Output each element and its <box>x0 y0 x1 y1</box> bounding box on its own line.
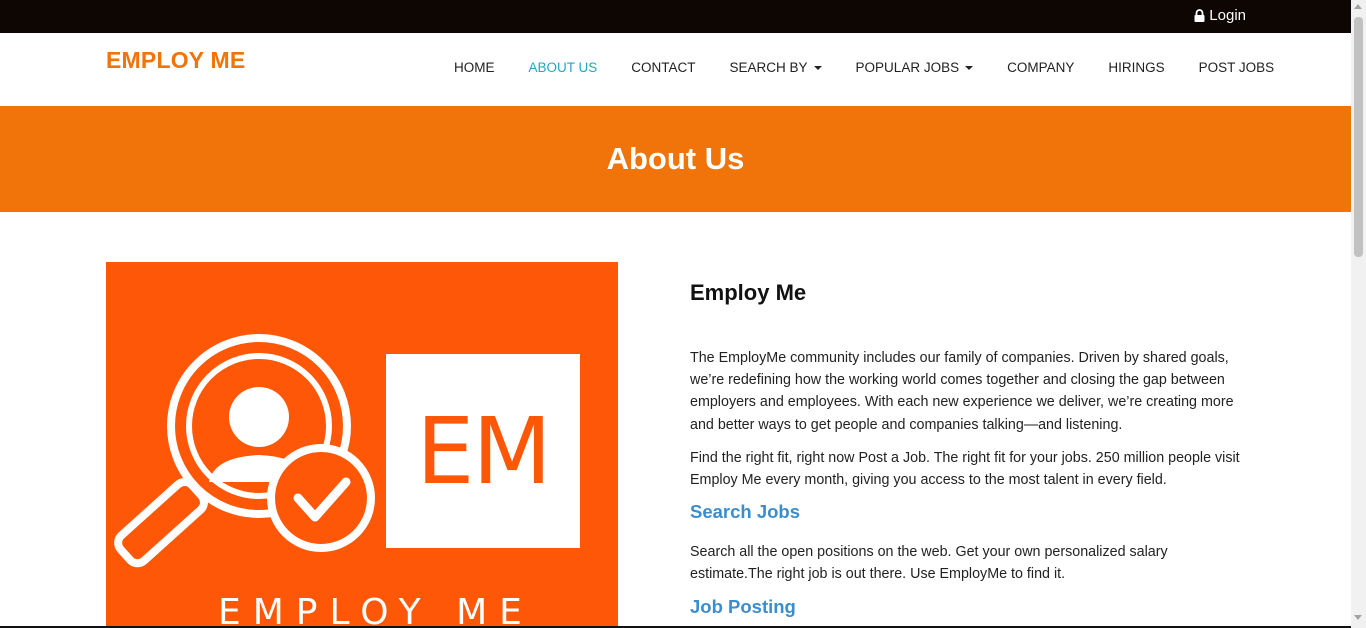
top-bar: Login <box>0 0 1351 33</box>
scrollbar-thumb[interactable] <box>1354 17 1363 257</box>
job-posting-heading[interactable]: Job Posting <box>690 596 1250 618</box>
about-content: Employ Me The EmployMe community include… <box>690 280 1250 628</box>
nav-label: SEARCH BY <box>729 60 808 75</box>
nav-item-post-jobs[interactable]: POST JOBS <box>1199 60 1275 75</box>
scroll-up-icon[interactable] <box>1354 4 1362 9</box>
nav-label: POST JOBS <box>1198 60 1275 75</box>
caret-down-icon <box>813 65 822 70</box>
monogram-box: EM <box>386 354 580 548</box>
nav-label: HIRINGS <box>1108 60 1165 75</box>
intro-paragraph: The EmployMe community includes our fami… <box>690 350 1234 433</box>
nav-item-home[interactable]: HOME <box>454 60 495 75</box>
page-banner: About Us <box>0 106 1351 212</box>
search-jobs-heading[interactable]: Search Jobs <box>690 501 1250 523</box>
login-label: Login <box>1209 7 1246 24</box>
search-user-icon <box>114 334 375 568</box>
nav-label: POPULAR JOBS <box>855 60 960 75</box>
nav-label: ABOUT US <box>528 60 598 75</box>
nav-item-contact[interactable]: CONTACT <box>631 60 695 75</box>
nav-label: CONTACT <box>631 60 696 75</box>
nav-label: HOME <box>454 60 495 75</box>
nav-item-company[interactable]: COMPANY <box>1007 60 1074 75</box>
monogram-text: EM <box>416 397 552 505</box>
stats-paragraph: Find the right fit, right now Post a Job… <box>690 449 1240 489</box>
about-logo-image: EM EMPLOY ME <box>106 262 618 628</box>
page: Login EMPLOY ME HOME ABOUT US CONTACT SE… <box>0 0 1366 628</box>
nav-item-search-by[interactable]: SEARCH BY <box>730 60 822 75</box>
lock-icon <box>1194 9 1205 22</box>
scroll-down-icon[interactable] <box>1354 615 1362 620</box>
vertical-scrollbar[interactable] <box>1351 0 1366 628</box>
nav-label: COMPANY <box>1007 60 1075 75</box>
nav-item-popular-jobs[interactable]: POPULAR JOBS <box>856 60 974 75</box>
logo-caption: EMPLOY ME <box>218 592 534 628</box>
page-title: About Us <box>606 141 745 176</box>
caret-down-icon <box>965 65 974 70</box>
content-heading: Employ Me <box>690 280 807 305</box>
brand-logo[interactable]: EMPLOY ME <box>106 47 245 74</box>
nav-menu: HOME ABOUT US CONTACT SEARCH BY POPULAR … <box>454 60 1274 75</box>
search-jobs-text: Search all the open positions on the web… <box>690 544 1168 583</box>
nav-item-hirings[interactable]: HIRINGS <box>1108 60 1164 75</box>
login-link[interactable]: Login <box>1194 7 1246 24</box>
nav-item-about-us[interactable]: ABOUT US <box>529 60 598 75</box>
main-navbar: EMPLOY ME HOME ABOUT US CONTACT SEARCH B… <box>0 33 1351 106</box>
